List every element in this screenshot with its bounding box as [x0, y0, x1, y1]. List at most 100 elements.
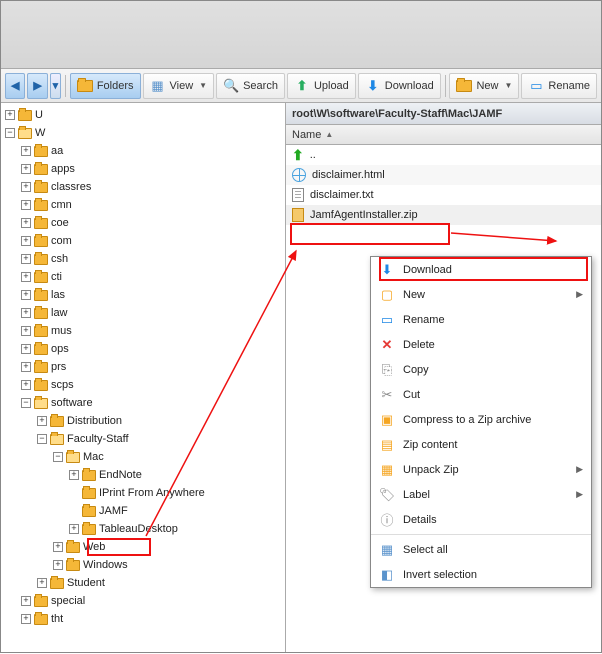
- expand-icon[interactable]: +: [21, 380, 31, 390]
- folder-icon: [34, 290, 48, 301]
- file-row-installer[interactable]: JamfAgentInstaller.zip: [286, 205, 601, 225]
- tree-node-mus[interactable]: +mus: [19, 322, 285, 340]
- tree-node-w[interactable]: −W: [3, 124, 285, 142]
- context-copy[interactable]: ⎘Copy: [371, 357, 591, 382]
- expand-icon[interactable]: +: [5, 110, 15, 120]
- file-row-disclaimer-txt[interactable]: disclaimer.txt: [286, 185, 601, 205]
- context-download[interactable]: ⬇Download: [371, 257, 591, 282]
- expand-icon[interactable]: +: [21, 614, 31, 624]
- collapse-icon[interactable]: −: [21, 398, 31, 408]
- tree-node-u[interactable]: +U: [3, 106, 285, 124]
- folder-icon: [34, 146, 48, 157]
- column-header-name[interactable]: Name▲: [286, 125, 601, 145]
- tree-node-aa[interactable]: +aa: [19, 142, 285, 160]
- tree-node-scps[interactable]: +scps: [19, 376, 285, 394]
- new-button[interactable]: New▼: [449, 73, 519, 99]
- tree-node-csh[interactable]: +csh: [19, 250, 285, 268]
- collapse-icon[interactable]: −: [53, 452, 63, 462]
- tree-node-apps[interactable]: +apps: [19, 160, 285, 178]
- expand-icon[interactable]: +: [21, 272, 31, 282]
- folder-icon: [34, 344, 48, 355]
- expand-icon[interactable]: +: [37, 578, 47, 588]
- tree-node-cti[interactable]: +cti: [19, 268, 285, 286]
- tree-node-software[interactable]: −software: [19, 394, 285, 412]
- context-details[interactable]: ⓘDetails: [371, 507, 591, 532]
- expand-icon[interactable]: +: [21, 326, 31, 336]
- tree-node-coe[interactable]: +coe: [19, 214, 285, 232]
- file-row-disclaimer-html[interactable]: disclaimer.html: [286, 165, 601, 185]
- folder-icon: [34, 254, 48, 265]
- upload-label: Upload: [314, 80, 349, 92]
- tree-node-mac[interactable]: −Mac: [51, 448, 285, 466]
- expand-icon[interactable]: +: [21, 182, 31, 192]
- folder-icon: [18, 128, 32, 139]
- back-button[interactable]: ◀: [5, 73, 25, 99]
- expand-icon[interactable]: +: [69, 524, 79, 534]
- tree-node-cmn[interactable]: +cmn: [19, 196, 285, 214]
- tree-node-ops[interactable]: +ops: [19, 340, 285, 358]
- tree-node-endnote[interactable]: +EndNote: [67, 466, 285, 484]
- tree-node-faculty-staff[interactable]: −Faculty-Staff: [35, 430, 285, 448]
- context-unpack[interactable]: ▦Unpack Zip▶: [371, 457, 591, 482]
- invert-icon: ◧: [379, 567, 395, 583]
- copy-icon: ⎘: [379, 362, 395, 378]
- tree-node-distribution[interactable]: +Distribution: [35, 412, 285, 430]
- tree-node-tht[interactable]: +tht: [19, 610, 285, 628]
- download-button[interactable]: ⬇Download: [358, 73, 441, 99]
- up-arrow-icon: ⬆: [292, 147, 304, 164]
- context-cut[interactable]: ✂Cut: [371, 382, 591, 407]
- expand-icon[interactable]: +: [21, 146, 31, 156]
- context-rename[interactable]: ▭Rename: [371, 307, 591, 332]
- context-label[interactable]: 🏷Label▶: [371, 482, 591, 507]
- context-zip-content[interactable]: ▤Zip content: [371, 432, 591, 457]
- folder-icon: [34, 200, 48, 211]
- upload-button[interactable]: ⬆Upload: [287, 73, 356, 99]
- collapse-icon[interactable]: −: [37, 434, 47, 444]
- context-new[interactable]: ▢New▶: [371, 282, 591, 307]
- breadcrumb[interactable]: root\W\software\Faculty-Staff\Mac\JAMF: [286, 103, 601, 125]
- zip-icon: [292, 208, 304, 222]
- tree-node-student[interactable]: +Student: [35, 574, 285, 592]
- expand-icon[interactable]: +: [21, 308, 31, 318]
- file-row-up[interactable]: ⬆..: [286, 145, 601, 165]
- tree-node-classres[interactable]: +classres: [19, 178, 285, 196]
- tree-node-special[interactable]: +special: [19, 592, 285, 610]
- folders-button[interactable]: Folders: [70, 73, 141, 99]
- chevron-down-icon: ▼: [199, 81, 207, 90]
- tree-node-las[interactable]: +las: [19, 286, 285, 304]
- history-dropdown[interactable]: ▾: [50, 73, 61, 99]
- expand-icon[interactable]: +: [21, 200, 31, 210]
- expand-icon[interactable]: +: [21, 254, 31, 264]
- expand-icon[interactable]: +: [37, 416, 47, 426]
- expand-icon[interactable]: +: [21, 596, 31, 606]
- collapse-icon[interactable]: −: [5, 128, 15, 138]
- expand-icon[interactable]: +: [21, 344, 31, 354]
- context-compress[interactable]: ▣Compress to a Zip archive: [371, 407, 591, 432]
- expand-icon[interactable]: +: [21, 164, 31, 174]
- expand-icon[interactable]: +: [53, 560, 63, 570]
- delete-icon: ✕: [379, 337, 395, 353]
- context-menu: ⬇Download ▢New▶ ▭Rename ✕Delete ⎘Copy ✂C…: [370, 256, 592, 588]
- tree-node-law[interactable]: +law: [19, 304, 285, 322]
- context-invert[interactable]: ◧Invert selection: [371, 562, 591, 587]
- tree-node-com[interactable]: +com: [19, 232, 285, 250]
- context-select-all[interactable]: ▦Select all: [371, 537, 591, 562]
- search-button[interactable]: 🔍Search: [216, 73, 285, 99]
- expand-icon[interactable]: +: [21, 290, 31, 300]
- tree-node-iprint[interactable]: IPrint From Anywhere: [67, 484, 285, 502]
- tree-node-web[interactable]: +Web: [51, 538, 285, 556]
- context-delete[interactable]: ✕Delete: [371, 332, 591, 357]
- expand-icon[interactable]: +: [21, 218, 31, 228]
- tree-node-windows[interactable]: +Windows: [51, 556, 285, 574]
- expand-icon[interactable]: +: [21, 236, 31, 246]
- rename-button[interactable]: ▭Rename: [521, 73, 597, 99]
- expand-icon[interactable]: +: [69, 470, 79, 480]
- expand-icon[interactable]: +: [53, 542, 63, 552]
- expand-icon[interactable]: +: [21, 362, 31, 372]
- tree-node-prs[interactable]: +prs: [19, 358, 285, 376]
- forward-button[interactable]: ▶: [27, 73, 47, 99]
- view-button[interactable]: ▦View▼: [143, 73, 215, 99]
- tree-node-jamf[interactable]: JAMF: [67, 502, 285, 520]
- folder-tree[interactable]: +U −W +aa +apps +classres +cmn +coe +com…: [1, 103, 286, 652]
- tree-node-tableau[interactable]: +TableauDesktop: [67, 520, 285, 538]
